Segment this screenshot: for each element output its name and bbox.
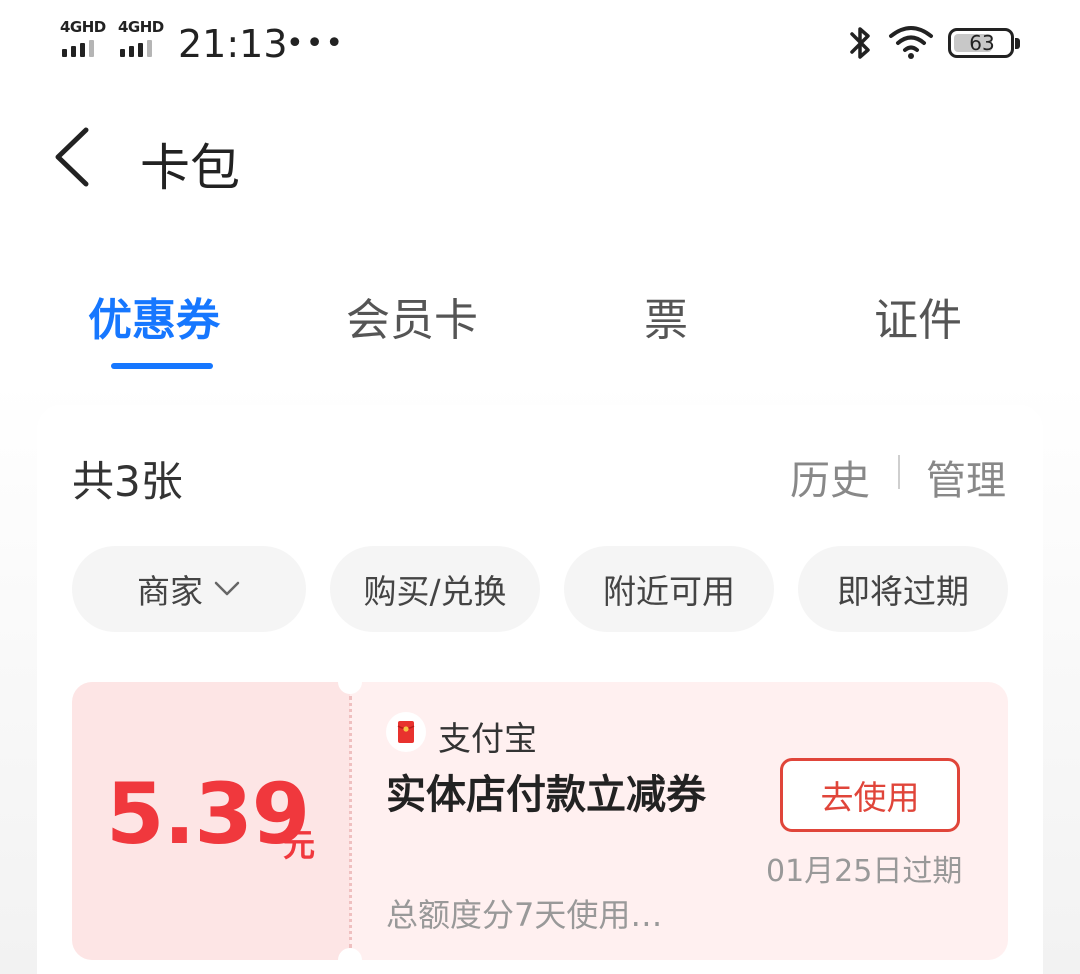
- network-type-label: 4GHD: [60, 18, 106, 36]
- network-type-label: 4GHD: [118, 18, 164, 36]
- manage-link[interactable]: 管理: [926, 448, 1006, 506]
- battery-level: 63: [969, 31, 995, 55]
- coupon-title: 实体店付款立减券: [386, 772, 706, 818]
- divider: [898, 455, 900, 489]
- page-title: 卡包: [140, 139, 240, 197]
- status-time: 21:13: [178, 22, 288, 66]
- coupon-amount: 5.39: [106, 765, 310, 863]
- filter-merchant-dropdown[interactable]: 商家: [72, 546, 306, 632]
- tab-tickets[interactable]: 票: [644, 284, 688, 348]
- filter-purchase-exchange[interactable]: 购买/兑换: [330, 546, 540, 632]
- tab-documents[interactable]: 证件: [874, 284, 962, 348]
- active-tab-indicator: [111, 363, 213, 369]
- coupon-description: 总额度分7天使用…: [386, 896, 663, 934]
- chevron-down-icon: [214, 581, 240, 596]
- filter-label: 即将过期: [837, 572, 969, 611]
- battery-icon: 63: [948, 28, 1020, 58]
- tab-membership-cards[interactable]: 会员卡: [346, 284, 478, 348]
- coupon-merchant: 支付宝: [438, 719, 537, 758]
- signal-icon-sim1: 4GHD: [60, 18, 106, 58]
- use-coupon-button[interactable]: 去使用: [780, 758, 960, 832]
- alipay-red-packet-icon: [386, 712, 426, 752]
- status-bar: 4GHD 4GHD 21:13 ••• 63: [0, 0, 1080, 86]
- tab-coupons[interactable]: 优惠券: [88, 284, 220, 348]
- coupon-expiry: 01月25日过期: [766, 854, 963, 889]
- bluetooth-icon: [850, 27, 870, 59]
- coupon-perforation: [349, 696, 352, 948]
- wifi-icon: [889, 26, 933, 59]
- back-button[interactable]: [48, 124, 98, 190]
- signal-icon-sim2: 4GHD: [118, 18, 164, 58]
- filter-expiring-soon[interactable]: 即将过期: [798, 546, 1008, 632]
- coupon-currency-unit: 元: [283, 826, 316, 864]
- filter-nearby[interactable]: 附近可用: [564, 546, 774, 632]
- filter-label: 附近可用: [603, 572, 735, 611]
- more-notifications-icon: •••: [286, 26, 346, 61]
- filter-label: 商家: [137, 572, 203, 611]
- coupon-notch-top: [338, 670, 362, 694]
- coupon-count: 共3张: [72, 457, 183, 506]
- filter-label: 购买/兑换: [363, 572, 507, 611]
- history-link[interactable]: 历史: [790, 448, 870, 506]
- coupon-notch-bottom: [338, 948, 362, 972]
